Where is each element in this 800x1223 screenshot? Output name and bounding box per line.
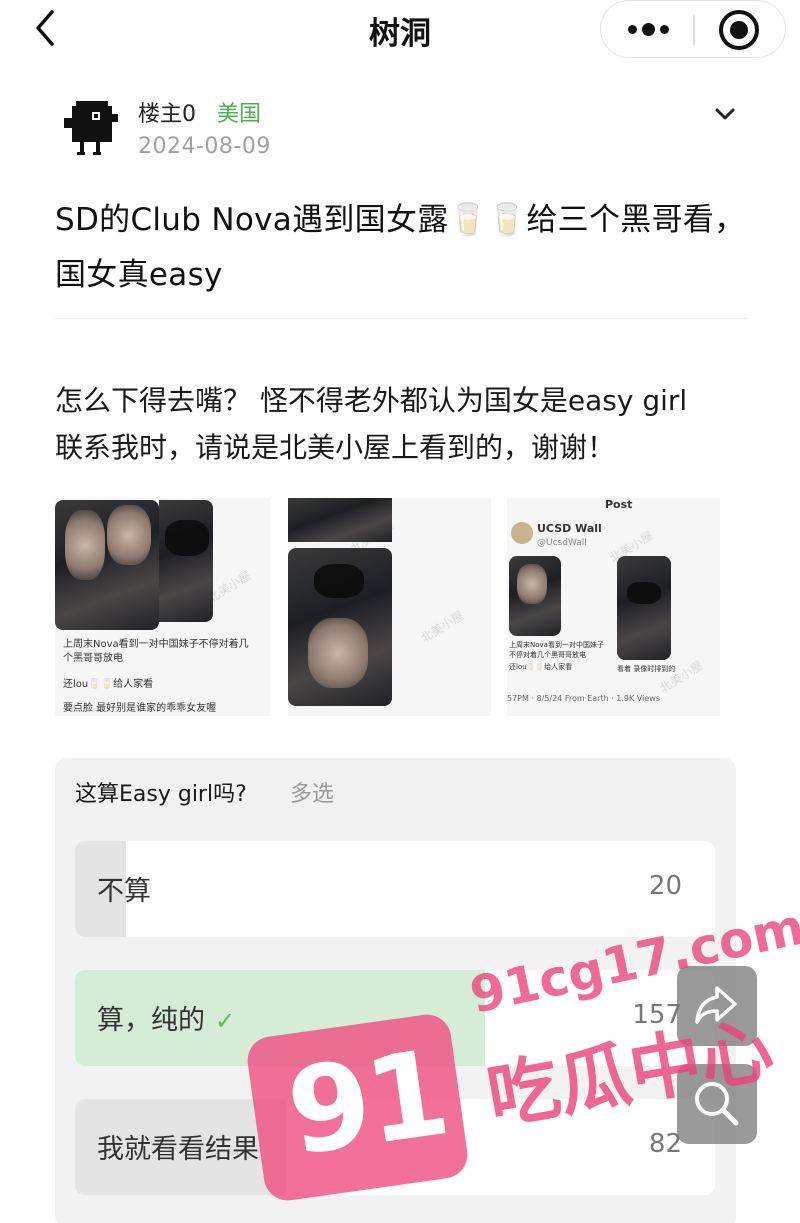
account-avatar: [511, 522, 533, 544]
overlay-badge-text: 91: [279, 1023, 454, 1182]
avatar[interactable]: [58, 92, 124, 158]
post-image-1[interactable]: 北美小屋 北美小屋 上周末Nova看到一对中国妹子不停对着几个黑哥哥放电 还lo…: [55, 498, 270, 716]
image-caption: 上周末Nova看到一对中国妹子不停对着几个黑哥哥放电: [509, 641, 604, 659]
poll-option[interactable]: 不算 20: [75, 841, 715, 937]
post-body-line: 联系我时，请说是北美小屋上看到的，谢谢！: [55, 431, 616, 464]
overlay-watermark-badge: 91: [244, 1011, 471, 1204]
chevron-down-icon[interactable]: [713, 104, 737, 124]
author-name: 楼主0: [138, 102, 196, 127]
post-body: 怎么下得去嘴？ 怪不得老外都认为国女是easy girl 联系我时，请说是北美小…: [55, 377, 755, 471]
poll-option-label-wrap: 算，纯的 ✓: [97, 998, 235, 1037]
poll-option-label: 算，纯的: [97, 1005, 205, 1036]
post-title: SD的Club Nova遇到国女露🥛🥛给三个黑哥看， 国女真easy: [55, 202, 746, 293]
image-footer: 57PM · 8/5/24 From Earth · 1.9K Views: [507, 694, 660, 703]
account-name: UCSD Wall: [537, 522, 602, 535]
image-caption: 看着 录像时排到的: [617, 665, 676, 673]
poll-option-count: 20: [648, 871, 682, 901]
post-date: 2024-08-09: [138, 134, 271, 159]
target-circle-icon[interactable]: [719, 10, 759, 50]
poll-option-label: 不算: [97, 876, 151, 907]
capsule-divider: [693, 15, 695, 45]
post-body-line: 怎么下得去嘴？ 怪不得老外都认为国女是easy girl: [55, 384, 688, 417]
check-icon: ✓: [215, 1007, 236, 1035]
image-watermark: 北美小屋: [418, 608, 467, 646]
post-image-3[interactable]: 北美小屋 北美小屋 Post UCSD Wall @UcsdWall 上周末No…: [507, 498, 720, 716]
photo-frame: [55, 500, 159, 630]
poll-question: 这算Easy girl吗?: [75, 782, 247, 807]
more-dots-icon[interactable]: [623, 14, 673, 44]
image-header: Post: [605, 498, 633, 511]
photo-frame: [617, 556, 671, 660]
image-caption: 还lou🥛🥛给人家看: [509, 663, 573, 671]
image-caption: 上周末Nova看到一对中国妹子不停对着几个黑哥哥放电: [63, 639, 249, 664]
top-nav-bar: 树洞: [0, 0, 800, 60]
photo-frame: [288, 548, 392, 706]
author-location: 美国: [217, 102, 262, 127]
image-caption: 要点脸 最好别是谁家的乖乖女友喔: [63, 703, 217, 714]
poll-option-label: 我就看看结果: [97, 1134, 259, 1165]
mini-program-capsule: [600, 0, 786, 58]
photo-frame: [159, 500, 213, 622]
photo-frame: [509, 556, 561, 636]
poll-type-tag: 多选: [290, 782, 335, 807]
account-handle: @UcsdWall: [537, 538, 587, 548]
image-caption: 还lou🥛🥛给人家看: [63, 679, 154, 690]
photo-frame: [288, 498, 392, 542]
divider: [55, 318, 747, 319]
post-image-2[interactable]: 北美小屋 北美小屋: [288, 498, 491, 716]
